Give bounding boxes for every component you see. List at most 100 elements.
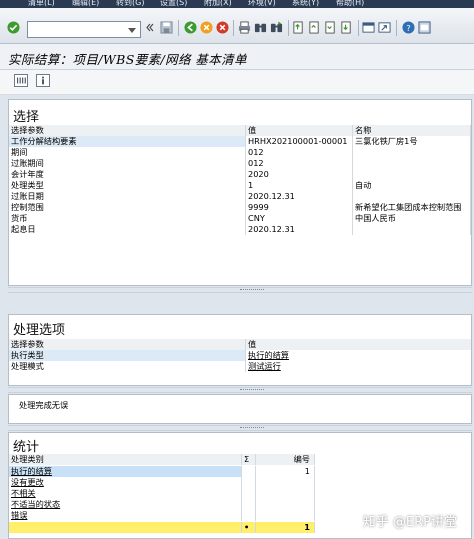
table-row[interactable]: 不相关 bbox=[9, 488, 315, 499]
first-page-icon[interactable] bbox=[292, 21, 305, 34]
info-icon[interactable] bbox=[36, 74, 50, 87]
table-row[interactable]: 货币 CNY 中国人民币 bbox=[9, 213, 471, 224]
application-toolbar bbox=[0, 70, 474, 95]
menu-list[interactable]: 清单(L) bbox=[28, 0, 55, 8]
number-cell bbox=[256, 499, 315, 510]
message-panel: 处理完成无误 bbox=[8, 394, 472, 424]
header-name: 名称 bbox=[353, 125, 471, 136]
splitter-handle[interactable] bbox=[8, 287, 472, 293]
number-cell bbox=[256, 488, 315, 499]
status-message: 处理完成无误 bbox=[19, 400, 69, 410]
category-link[interactable]: 不相关 bbox=[9, 488, 242, 499]
table-row[interactable]: 过账期间 012 bbox=[9, 158, 471, 169]
processing-header-row: 选择参数 值 bbox=[9, 339, 471, 350]
exit-icon[interactable] bbox=[200, 21, 213, 34]
header-value: 值 bbox=[246, 125, 353, 136]
table-row[interactable]: 执行类型 执行的结算 bbox=[9, 350, 471, 361]
number-cell bbox=[256, 510, 315, 521]
value-cell: 012 bbox=[246, 147, 353, 158]
param-cell: 执行类型 bbox=[9, 350, 246, 361]
category-link[interactable]: 不适当的状态 bbox=[9, 499, 242, 510]
header-sum: Σ bbox=[242, 454, 256, 465]
table-row[interactable]: 没有更改 bbox=[9, 477, 315, 488]
menu-settings[interactable]: 设置(S) bbox=[160, 0, 187, 8]
category-link[interactable]: 没有更改 bbox=[9, 477, 242, 488]
param-cell: 工作分解结构要素 bbox=[9, 136, 246, 147]
name-cell: 新希望化工集团成本控制范围 bbox=[353, 202, 471, 213]
table-row[interactable]: 会计年度 2020 bbox=[9, 169, 471, 180]
value-cell: CNY bbox=[246, 213, 353, 224]
splitter-handle[interactable] bbox=[8, 387, 472, 393]
table-row[interactable]: 执行的结算 1 bbox=[9, 466, 315, 477]
menu-extras[interactable]: 附加(X) bbox=[204, 0, 232, 8]
category-link[interactable]: 错误 bbox=[9, 510, 242, 521]
total-label-cell bbox=[9, 522, 242, 533]
selection-panel: 选择 选择参数 值 名称 工作分解结构要素 HRHX202100001-0000… bbox=[8, 99, 472, 286]
value-cell: 9999 bbox=[246, 202, 353, 213]
header-selection-param: 选择参数 bbox=[9, 339, 246, 350]
param-cell: 控制范围 bbox=[9, 202, 246, 213]
table-row[interactable]: 处理模式 测试运行 bbox=[9, 361, 471, 372]
value-cell: 012 bbox=[246, 158, 353, 169]
table-row[interactable]: 不适当的状态 bbox=[9, 499, 315, 510]
table-row[interactable]: 控制范围 9999 新希望化工集团成本控制范围 bbox=[9, 202, 471, 213]
page-title: 实际结算：项目/WBS要素/网络 基本清单 bbox=[8, 52, 247, 67]
table-row[interactable]: 处理类型 1 自动 bbox=[9, 180, 471, 191]
standard-toolbar: ? bbox=[0, 8, 474, 44]
processing-title: 处理选项 bbox=[13, 323, 66, 338]
table-row[interactable]: 期间 012 bbox=[9, 147, 471, 158]
table-row[interactable]: 错误 bbox=[9, 510, 315, 521]
param-cell: 处理模式 bbox=[9, 361, 246, 372]
name-cell: 自动 bbox=[353, 180, 471, 191]
find-icon[interactable] bbox=[254, 21, 267, 34]
collapse-chevron-icon[interactable] bbox=[145, 21, 154, 34]
category-link[interactable]: 执行的结算 bbox=[9, 466, 242, 477]
sum-cell bbox=[242, 499, 256, 510]
back-icon[interactable] bbox=[184, 21, 197, 34]
enter-check-icon[interactable] bbox=[7, 21, 20, 34]
menu-system[interactable]: 系统(Y) bbox=[292, 0, 319, 8]
value-cell: 2020.12.31 bbox=[246, 224, 353, 235]
name-cell bbox=[353, 191, 471, 202]
shortcut-icon[interactable] bbox=[378, 21, 391, 34]
new-session-icon[interactable] bbox=[362, 21, 375, 34]
param-cell: 起息日 bbox=[9, 224, 246, 235]
processing-options-panel: 处理选项 选择参数 值 执行类型 执行的结算 处理模式 测试运行 bbox=[8, 314, 472, 386]
previous-page-icon[interactable] bbox=[308, 21, 321, 34]
last-page-icon[interactable] bbox=[340, 21, 353, 34]
table-row[interactable]: 工作分解结构要素 HRHX202100001-00001 三氯化铁厂房1号 bbox=[9, 136, 471, 147]
menu-help[interactable]: 帮助(H) bbox=[336, 0, 364, 8]
layout-columns-icon[interactable] bbox=[14, 74, 28, 87]
command-field[interactable] bbox=[27, 21, 141, 38]
header-value: 值 bbox=[248, 339, 257, 349]
menu-environment[interactable]: 环境(V) bbox=[248, 0, 276, 8]
cancel-icon[interactable] bbox=[216, 21, 229, 34]
param-cell: 货币 bbox=[9, 213, 246, 224]
main-content: 选择 选择参数 值 名称 工作分解结构要素 HRHX202100001-0000… bbox=[0, 95, 474, 539]
menu-edit[interactable]: 编辑(E) bbox=[72, 0, 99, 8]
param-cell: 过账期间 bbox=[9, 158, 246, 169]
value-cell: HRHX202100001-00001 bbox=[246, 136, 353, 147]
value-cell[interactable]: 测试运行 bbox=[246, 361, 471, 372]
statistics-panel: 统计 处理类别 Σ 编号 执行的结算 1 没有更改 不相关 不适当的状态 错误 bbox=[8, 432, 472, 539]
next-page-icon[interactable] bbox=[324, 21, 337, 34]
table-row[interactable]: 起息日 2020.12.31 bbox=[9, 224, 471, 235]
param-cell: 处理类型 bbox=[9, 180, 246, 191]
sum-cell bbox=[242, 488, 256, 499]
menu-goto[interactable]: 转到(G) bbox=[116, 0, 144, 8]
sum-cell bbox=[242, 510, 256, 521]
value-cell[interactable]: 执行的结算 bbox=[246, 350, 471, 361]
find-next-icon[interactable] bbox=[270, 21, 283, 34]
customize-layout-icon[interactable] bbox=[418, 21, 431, 34]
name-cell: 三氯化铁厂房1号 bbox=[353, 136, 471, 147]
value-cell: 1 bbox=[246, 180, 353, 191]
sum-cell bbox=[242, 466, 256, 477]
value-cell: 2020.12.31 bbox=[246, 191, 353, 202]
svg-text:?: ? bbox=[406, 23, 410, 33]
table-row[interactable]: 过账日期 2020.12.31 bbox=[9, 191, 471, 202]
save-icon[interactable] bbox=[160, 21, 173, 34]
splitter-handle[interactable] bbox=[8, 425, 472, 431]
watermark: 知乎 @ERP讲堂 bbox=[362, 515, 457, 530]
help-icon[interactable]: ? bbox=[402, 21, 415, 34]
print-icon[interactable] bbox=[238, 21, 251, 34]
